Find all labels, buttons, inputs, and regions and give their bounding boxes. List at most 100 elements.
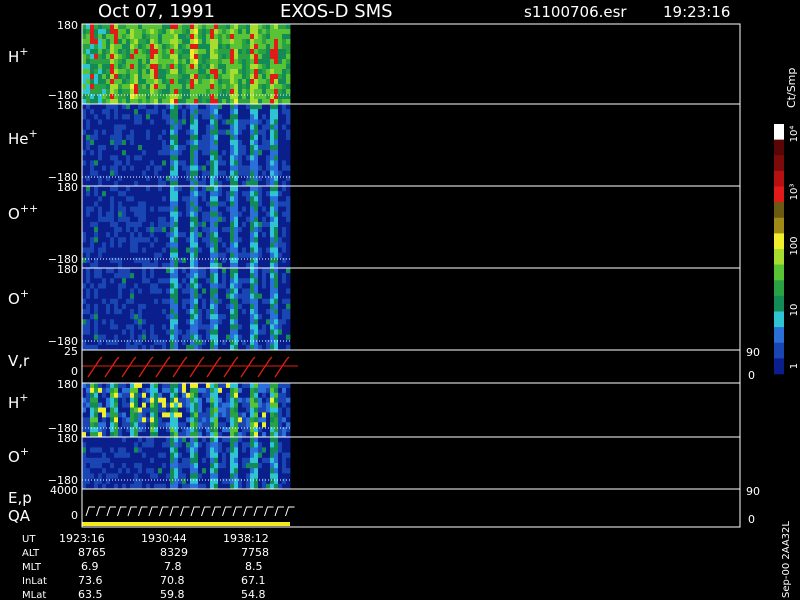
heatmap-cell (194, 314, 199, 320)
heatmap-cell (90, 319, 95, 325)
heatmap-cell (282, 155, 287, 161)
heatmap-cell (238, 247, 243, 254)
colorbar-segment (774, 202, 784, 219)
heatmap-cell (166, 319, 171, 325)
heatmap-cell (110, 119, 115, 125)
heatmap-cell (162, 329, 167, 336)
heatmap-cell (222, 170, 227, 177)
heatmap-cell (198, 74, 203, 80)
heatmap-cell (134, 64, 139, 70)
heatmap-cell (162, 227, 167, 233)
heatmap-cell (218, 397, 223, 404)
heatmap-cell (206, 201, 211, 207)
heatmap-cell (242, 442, 247, 448)
heatmap-cell (282, 324, 287, 330)
heatmap-cell (122, 237, 127, 243)
heatmap-cell (262, 242, 267, 248)
heatmap-cell (162, 387, 167, 394)
heatmap-cell (178, 201, 183, 207)
heatmap-cell (122, 242, 127, 248)
heatmap-cell (230, 89, 235, 95)
heatmap-cell (262, 186, 267, 192)
heatmap-cell (194, 402, 199, 408)
heatmap-cell (94, 201, 99, 207)
heatmap-cell (162, 89, 167, 95)
heatmap-cell (170, 242, 175, 248)
heatmap-cell (82, 129, 87, 136)
heatmap-cell (194, 155, 199, 161)
heatmap-cell (170, 74, 175, 80)
heatmap-cell (222, 211, 227, 218)
heatmap-cell (154, 49, 159, 55)
heatmap-cell (134, 165, 139, 172)
heatmap-cell (234, 129, 239, 136)
heatmap-cell (134, 89, 139, 95)
heatmap-cell (250, 119, 255, 125)
heatmap-cell (82, 278, 87, 284)
heatmap-cell (150, 242, 155, 248)
heatmap-cell (210, 268, 215, 274)
heatmap-cell (146, 84, 151, 90)
heatmap-cell (174, 29, 179, 35)
heatmap-cell (254, 124, 259, 131)
heatmap-cell (86, 447, 91, 453)
heatmap-cell (226, 232, 231, 238)
heatmap-cell (138, 114, 143, 120)
heatmap-cell (206, 79, 211, 85)
heatmap-cell (262, 34, 267, 40)
heatmap-cell (186, 402, 191, 408)
heatmap-cell (118, 417, 123, 423)
heatmap-cell (226, 227, 231, 233)
heatmap-cell (142, 273, 147, 279)
heatmap-cell (178, 34, 183, 40)
colorbar-segment (774, 249, 784, 265)
heatmap-cell (270, 288, 275, 295)
heatmap-cell (138, 170, 143, 177)
heatmap-cell (118, 89, 123, 95)
heatmap-cell (206, 268, 211, 274)
heatmap-cell (210, 278, 215, 284)
heatmap-cell (122, 104, 127, 110)
heatmap-cell (182, 387, 187, 394)
heatmap-cell (186, 69, 191, 75)
heatmap-cell (282, 319, 287, 325)
heatmap-cell (106, 165, 111, 172)
heatmap-cell (250, 84, 255, 90)
heatmap-cell (198, 273, 203, 279)
heatmap-cell (234, 155, 239, 161)
heatmap-cell (198, 139, 203, 146)
heatmap-cell (146, 227, 151, 233)
heatmap-cell (126, 252, 131, 259)
heatmap-cell (194, 54, 199, 60)
heatmap-cell (194, 84, 199, 90)
heatmap-cell (154, 417, 159, 423)
heatmap-cell (266, 447, 271, 453)
heatmap-cell (118, 402, 123, 408)
heatmap-cell (222, 293, 227, 300)
heatmap-cell (178, 473, 183, 479)
heatmap-cell (154, 211, 159, 218)
heatmap-cell (118, 44, 123, 50)
heatmap-cell (222, 237, 227, 243)
heatmap-cell (106, 447, 111, 453)
heatmap-cell (250, 268, 255, 274)
heatmap-cell (258, 314, 263, 320)
heatmap-cell (286, 119, 291, 125)
heatmap-cell (86, 252, 91, 259)
heatmap-cell (286, 273, 291, 279)
heatmap-cell (234, 175, 239, 182)
heatmap-cell (178, 303, 183, 310)
heatmap-cell (198, 457, 203, 464)
heatmap-cell (166, 150, 171, 156)
heatmap-cell (102, 191, 107, 197)
heatmap-cell (274, 74, 279, 80)
heatmap-cell (258, 283, 263, 289)
heatmap-cell (194, 407, 199, 413)
heatmap-cell (266, 252, 271, 259)
heatmap-cell (174, 59, 179, 65)
heatmap-cell (198, 59, 203, 65)
heatmap-cell (274, 221, 279, 228)
heatmap-cell (210, 412, 215, 418)
heatmap-cell (142, 314, 147, 320)
heatmap-cell (254, 383, 259, 389)
